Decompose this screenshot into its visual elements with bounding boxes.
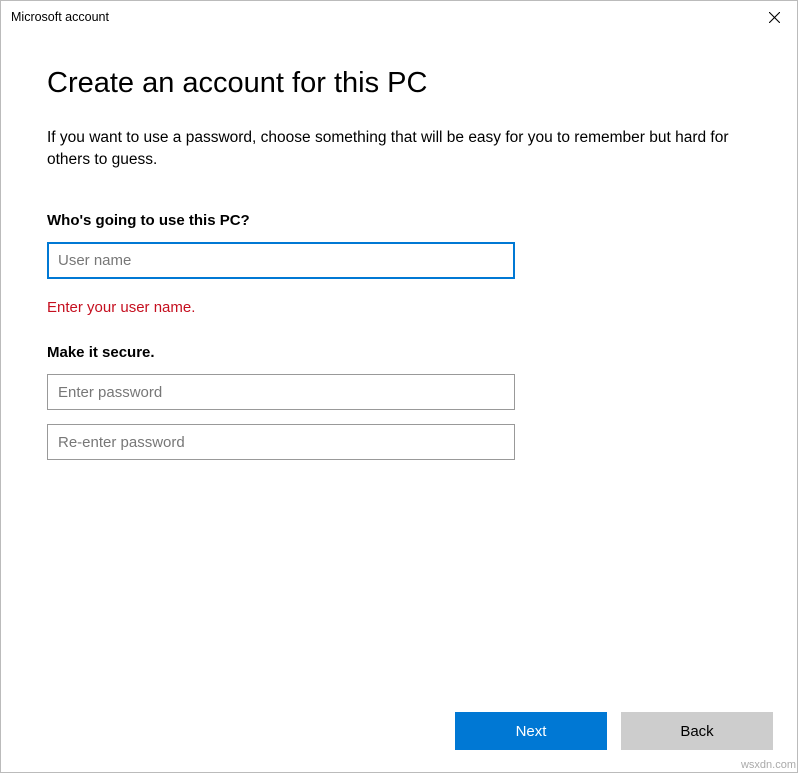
close-icon [769, 12, 780, 23]
dialog-window: Microsoft account Create an account for … [0, 0, 798, 773]
page-heading: Create an account for this PC [47, 67, 751, 100]
close-button[interactable] [751, 1, 797, 33]
username-input[interactable] [47, 242, 515, 279]
page-description: If you want to use a password, choose so… [47, 127, 747, 170]
confirm-password-input[interactable] [47, 424, 515, 460]
next-button[interactable]: Next [455, 712, 607, 750]
content-area: Create an account for this PC If you wan… [1, 33, 797, 474]
username-error: Enter your user name. [47, 299, 751, 316]
username-label: Who's going to use this PC? [47, 212, 751, 229]
password-input[interactable] [47, 374, 515, 410]
window-title: Microsoft account [11, 10, 109, 24]
back-button[interactable]: Back [621, 712, 773, 750]
password-section-label: Make it secure. [47, 344, 751, 361]
titlebar: Microsoft account [1, 1, 797, 33]
watermark: wsxdn.com [741, 759, 796, 771]
button-row: Next Back [455, 712, 773, 750]
